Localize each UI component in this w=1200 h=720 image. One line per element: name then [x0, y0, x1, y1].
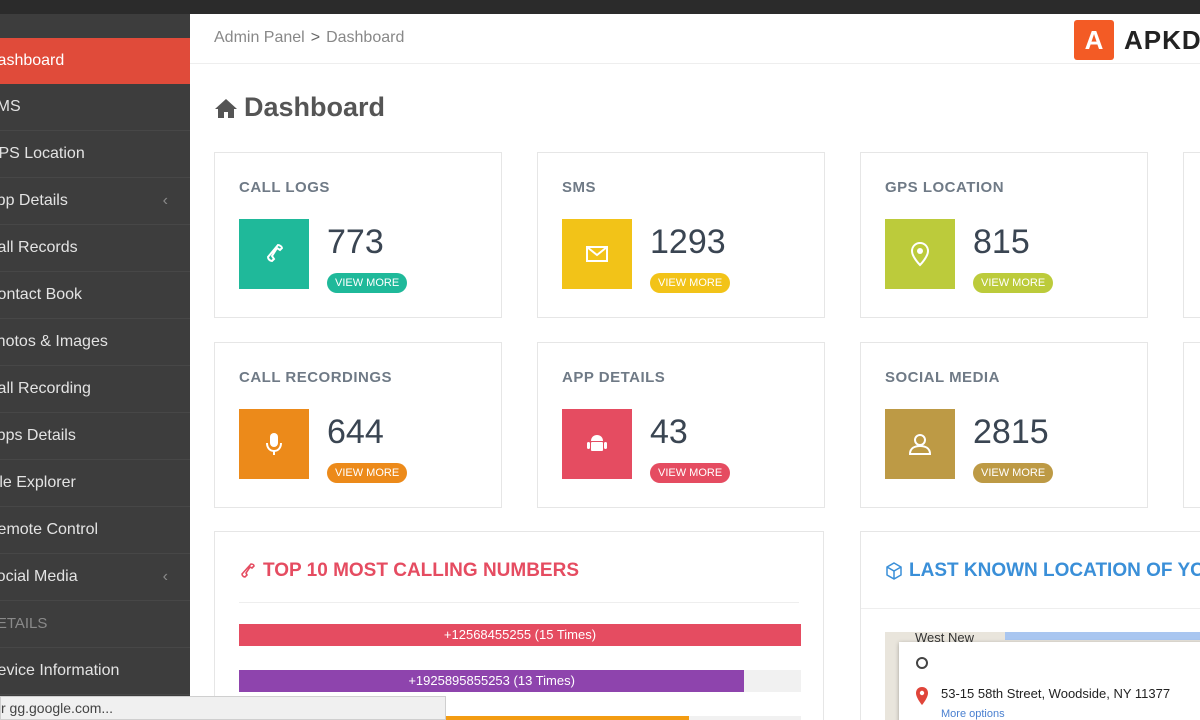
sidebar-item-label: Device Information — [0, 662, 120, 679]
card-title: APP DETAILS — [562, 369, 666, 386]
sidebar-item-label: SMS — [0, 98, 21, 115]
card-title: CALL RECORDINGS — [239, 369, 393, 386]
panel-divider — [861, 608, 1200, 609]
panel-title-text: TOP 10 MOST CALLING NUMBERS — [263, 560, 579, 581]
breadcrumb: Admin Panel > Dashboard — [214, 29, 404, 47]
bar-fill: +1925895855253 (13 Times) — [239, 670, 745, 692]
sidebar-item-gps-location[interactable]: GPS Location — [0, 131, 190, 178]
panel-title: LAST KNOWN LOCATION OF YO — [885, 560, 1200, 582]
home-icon — [215, 98, 237, 118]
brand-text: APKD — [1124, 24, 1200, 55]
sidebar-item-contact-book[interactable]: Contact Book — [0, 272, 190, 319]
sidebar-item-label: Call Recording — [0, 380, 91, 397]
sidebar-item-label: Contact Book — [0, 286, 83, 303]
card-title: GPS LOCATION — [885, 179, 1005, 196]
view-more-button[interactable]: VIEW MORE — [973, 273, 1054, 293]
brand-logo-icon: A — [1074, 20, 1114, 60]
bar-row: +12568455255 (15 Times) — [239, 624, 801, 646]
sidebar-item-label: Call Records — [0, 239, 78, 256]
page-title: Dashboard — [214, 92, 385, 123]
sidebar-item-sms[interactable]: SMS — [0, 84, 190, 131]
panel-title-text: LAST KNOWN LOCATION OF YO — [909, 560, 1200, 581]
browser-status-tooltip: r gg.google.com... — [0, 696, 446, 720]
more-options-link[interactable]: More options — [941, 708, 1005, 720]
sidebar-item-label: Apps Details — [0, 427, 76, 444]
page-title-text: Dashboard — [244, 92, 386, 122]
breadcrumb-bar: Admin Panel > Dashboard A APKD — [190, 14, 1200, 64]
map-directions-card: 53-15 58th Street, Woodside, NY 11377 Mo… — [899, 642, 1200, 720]
view-more-button[interactable]: VIEW MORE — [650, 273, 731, 293]
bar-row: +1925895855253 (13 Times) — [239, 670, 801, 692]
stat-card-app-details: APP DETAILS 43 VIEW MORE — [537, 342, 825, 508]
window-top-strip — [0, 0, 1200, 14]
breadcrumb-current: Dashboard — [326, 29, 405, 46]
stat-value: 644 — [327, 413, 384, 451]
sidebar: Dashboard SMS GPS Location App Details‹ … — [0, 14, 190, 720]
main-content: Admin Panel > Dashboard A APKD Dashboard C… — [190, 14, 1200, 720]
stat-value: 815 — [973, 223, 1030, 261]
panel-title: TOP 10 MOST CALLING NUMBERS — [239, 560, 579, 582]
panel-divider — [239, 602, 799, 603]
card-title: SOCIAL MEDIA — [885, 369, 1000, 386]
sidebar-item-label: App Details — [0, 192, 68, 209]
card-title: SMS — [562, 179, 597, 196]
chevron-left-icon: ‹ — [162, 568, 168, 585]
card-title: CALL LOGS — [239, 179, 330, 196]
stat-card-social-media: SOCIAL MEDIA 2815 VIEW MORE — [860, 342, 1148, 508]
sidebar-item-social-media[interactable]: Social Media ‹ — [0, 554, 190, 601]
stat-card-call-logs: CALL LOGS 773 VIEW MORE — [214, 152, 502, 318]
sidebar-item-app-details[interactable]: App Details ‹ — [0, 178, 190, 225]
view-more-button[interactable]: VIEW MORE — [327, 463, 408, 483]
view-more-button[interactable]: VIEW MORE — [650, 463, 731, 483]
stat-card-gps-location: GPS LOCATION 815 VIEW MORE — [860, 152, 1148, 318]
sidebar-item-device-information[interactable]: Device Information — [0, 648, 190, 695]
breadcrumb-separator: > — [310, 29, 321, 46]
sidebar-item-apps-details[interactable]: Apps Details — [0, 413, 190, 460]
stat-value: 43 — [650, 413, 688, 451]
sidebar-item-call-recording[interactable]: Call Recording — [0, 366, 190, 413]
breadcrumb-root[interactable]: Admin Panel — [214, 29, 305, 46]
view-more-button[interactable]: VIEW MORE — [327, 273, 408, 293]
map-pin-icon — [885, 219, 955, 289]
sidebar-item-label: File Explorer — [0, 474, 76, 491]
sidebar-item-file-explorer[interactable]: File Explorer — [0, 460, 190, 507]
phone-icon — [241, 563, 255, 578]
stat-card-call-recordings: CALL RECORDINGS 644 VIEW MORE — [214, 342, 502, 508]
map-road — [1005, 632, 1200, 640]
view-more-button[interactable]: VIEW MORE — [973, 463, 1054, 483]
last-known-location-panel: LAST KNOWN LOCATION OF YO West New 53-15… — [860, 531, 1200, 720]
location-map[interactable]: West New 53-15 58th Street, Woodside, NY… — [885, 630, 1200, 720]
sidebar-item-photos-images[interactable]: Photos & Images — [0, 319, 190, 366]
map-pin-icon — [916, 687, 928, 705]
phone-icon — [239, 219, 309, 289]
sidebar-item-remote-control[interactable]: Remote Control — [0, 507, 190, 554]
stat-card-partial — [1183, 342, 1200, 508]
users-icon — [885, 409, 955, 479]
sidebar-item-label: GPS Location — [0, 145, 85, 162]
stat-card-partial — [1183, 152, 1200, 318]
stat-value: 773 — [327, 223, 384, 261]
stat-card-sms: SMS 1293 VIEW MORE — [537, 152, 825, 318]
sidebar-item-call-records[interactable]: Call Records — [0, 225, 190, 272]
sidebar-item-label: Social Media — [0, 568, 78, 585]
sidebar-item-dashboard[interactable]: Dashboard — [0, 38, 190, 84]
origin-circle-icon — [916, 657, 928, 669]
chevron-left-icon: ‹ — [162, 192, 168, 209]
microphone-icon — [239, 409, 309, 479]
sidebar-header-label: DETAILS — [0, 615, 48, 632]
cube-icon — [886, 562, 902, 580]
brand-logo: A APKD — [1074, 20, 1200, 60]
envelope-icon — [562, 219, 632, 289]
location-address: 53-15 58th Street, Woodside, NY 11377 — [941, 686, 1171, 701]
stat-value: 1293 — [650, 223, 726, 261]
sidebar-section-header: DETAILS — [0, 601, 190, 648]
sidebar-item-label: Dashboard — [0, 52, 65, 69]
bar-fill: +12568455255 (15 Times) — [239, 624, 801, 646]
stat-value: 2815 — [973, 413, 1049, 451]
android-icon — [562, 409, 632, 479]
sidebar-item-label: Photos & Images — [0, 333, 108, 350]
sidebar-item-label: Remote Control — [0, 521, 99, 538]
top-calling-numbers-panel: TOP 10 MOST CALLING NUMBERS +12568455255… — [214, 531, 824, 720]
